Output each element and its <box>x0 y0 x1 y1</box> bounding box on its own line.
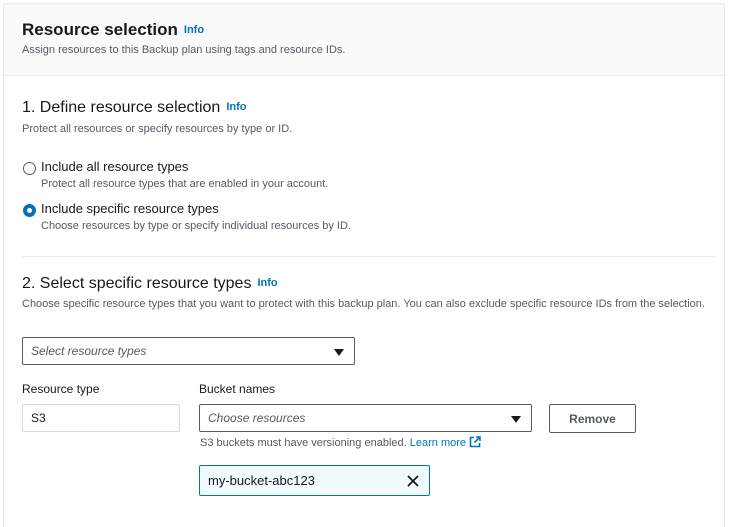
radio-desc-specific: Choose resources by type or specify indi… <box>41 220 351 232</box>
resource-type-label: Resource type <box>22 382 100 396</box>
selected-bucket-label: my-bucket-abc123 <box>208 473 315 488</box>
learn-more-link[interactable]: Learn more <box>409 436 481 449</box>
panel-info-link[interactable]: Info <box>184 24 204 36</box>
chevron-down-icon <box>511 416 521 423</box>
step1-heading: 1. Define resource selection Info <box>22 99 247 117</box>
resource-selection-panel: Resource selection Info Assign resources … <box>3 3 725 527</box>
panel-header: Resource selection Info Assign resources … <box>4 4 724 76</box>
resource-type-value: S3 <box>31 411 46 425</box>
close-icon[interactable] <box>406 474 420 488</box>
step2-info-link[interactable]: Info <box>257 277 277 289</box>
resource-types-placeholder: Select resource types <box>31 344 147 358</box>
selected-bucket-token: my-bucket-abc123 <box>199 465 430 496</box>
bucket-select-placeholder: Choose resources <box>208 411 306 425</box>
radio-label-all: Include all resource types <box>41 159 189 174</box>
step1-description: Protect all resources or specify resourc… <box>22 123 293 135</box>
panel-title: Resource selection Info <box>22 20 204 40</box>
panel-description: Assign resources to this Backup plan usi… <box>22 44 346 56</box>
external-link-icon <box>469 436 481 448</box>
bucket-select[interactable]: Choose resources <box>199 404 532 432</box>
section-divider <box>22 256 716 257</box>
remove-button[interactable]: Remove <box>549 404 636 433</box>
step2-heading: 2. Select specific resource types Info <box>22 275 278 293</box>
radio-button-specific[interactable] <box>23 204 36 217</box>
resource-type-field: S3 <box>22 404 180 432</box>
radio-button-all[interactable] <box>23 162 36 175</box>
step2-description: Choose specific resource types that you … <box>22 298 705 310</box>
step2-title: 2. Select specific resource types <box>22 275 252 292</box>
panel-title-text: Resource selection <box>22 20 178 39</box>
step1-info-link[interactable]: Info <box>226 101 246 113</box>
resource-types-select[interactable]: Select resource types <box>22 337 355 365</box>
learn-more-text: Learn more <box>409 437 467 449</box>
versioning-hint: S3 buckets must have versioning enabled.… <box>200 436 481 449</box>
chevron-down-icon <box>334 349 344 356</box>
versioning-hint-text: S3 buckets must have versioning enabled. <box>200 437 407 449</box>
step1-title: 1. Define resource selection <box>22 99 221 116</box>
radio-label-specific: Include specific resource types <box>41 201 219 216</box>
radio-desc-all: Protect all resource types that are enab… <box>41 178 329 190</box>
bucket-names-label: Bucket names <box>199 382 276 396</box>
